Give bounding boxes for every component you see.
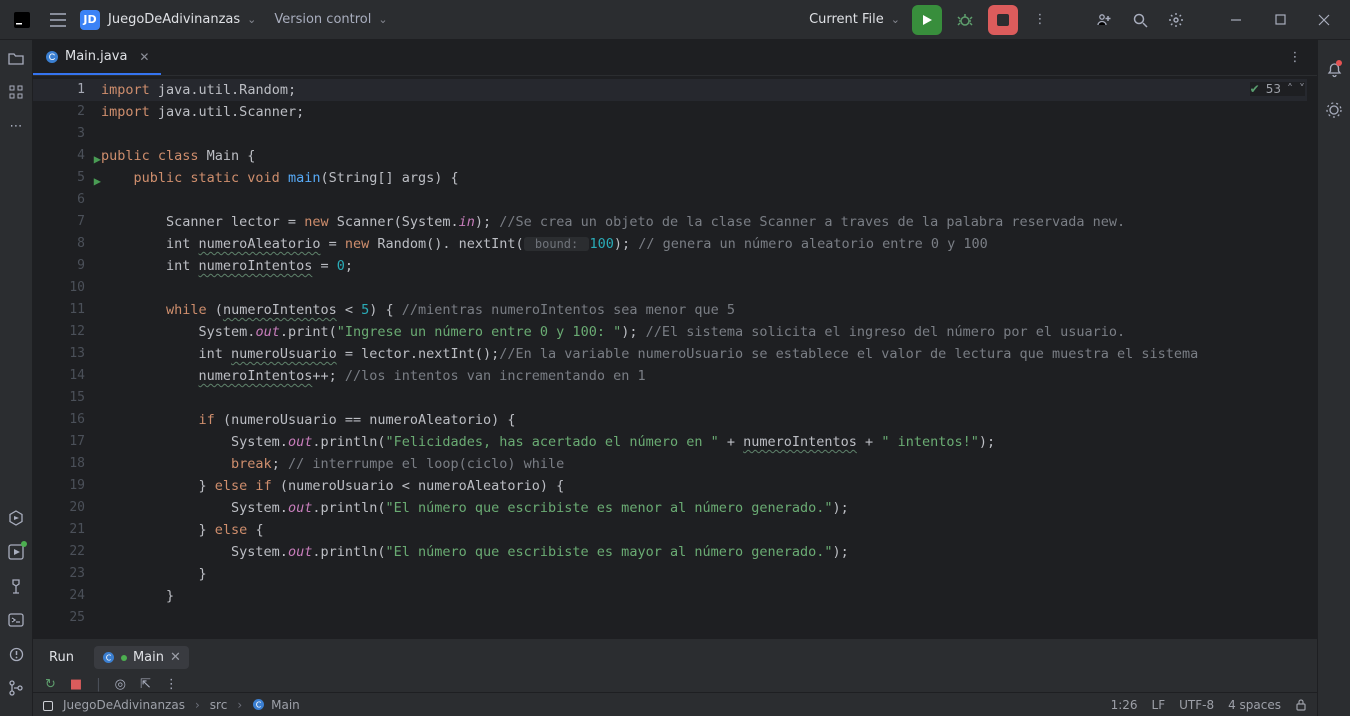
notifications-icon[interactable] xyxy=(1322,58,1346,82)
screenshot-icon[interactable]: ◎ xyxy=(115,677,126,692)
java-class-icon: C xyxy=(102,651,115,664)
run-tool-window-header: Run C Main ✕ xyxy=(33,638,1317,676)
crumb-root[interactable]: JuegoDeAdivinanzas xyxy=(63,698,185,712)
project-name-dropdown[interactable]: JuegoDeAdivinanzas xyxy=(108,12,256,27)
stop-icon[interactable]: ■ xyxy=(70,677,82,692)
right-tool-rail xyxy=(1317,40,1350,716)
ai-assistant-icon[interactable] xyxy=(1322,98,1346,122)
editor-area[interactable]: 1234▶5▶678910111213141516171819202122232… xyxy=(33,76,1317,638)
inspections-check-icon: ✔ xyxy=(1250,82,1260,96)
build-tool-icon[interactable] xyxy=(4,574,28,598)
tab-file-name: Main.java xyxy=(65,49,127,64)
svg-text:C: C xyxy=(49,52,56,62)
rerun-icon[interactable]: ↻ xyxy=(45,677,56,692)
tab-main-java[interactable]: C Main.java ✕ xyxy=(33,40,161,75)
crumb-class[interactable]: Main xyxy=(271,698,300,712)
left-tool-rail: ⋯ xyxy=(0,40,33,716)
vcs-tool-icon[interactable] xyxy=(4,676,28,700)
export-icon[interactable]: ⇱ xyxy=(140,677,151,692)
svg-text:C: C xyxy=(256,701,262,710)
error-stripe[interactable] xyxy=(1307,76,1317,638)
svg-text:C: C xyxy=(106,654,112,663)
status-bar: JuegoDeAdivinanzas src C Main 1:26 LF UT… xyxy=(33,692,1317,716)
tab-list-icon[interactable]: ⋮ xyxy=(1281,44,1309,72)
inspections-widget[interactable]: ✔ 53 ˄ ˅ xyxy=(1250,82,1305,96)
services-tool-icon[interactable] xyxy=(4,506,28,530)
project-tool-icon[interactable] xyxy=(4,46,28,70)
run-button[interactable] xyxy=(912,5,942,35)
version-control-dropdown[interactable]: Version control xyxy=(274,12,387,27)
ide-logo[interactable] xyxy=(8,6,36,34)
stop-button[interactable] xyxy=(988,5,1018,35)
code-with-me-icon[interactable] xyxy=(1090,6,1118,34)
chevron-up-icon[interactable]: ˄ xyxy=(1287,82,1293,96)
main-menu-icon[interactable] xyxy=(44,6,72,34)
file-encoding[interactable]: UTF-8 xyxy=(1179,698,1214,712)
chevron-down-icon[interactable]: ˅ xyxy=(1299,82,1305,96)
code-content[interactable]: import java.util.Random;import java.util… xyxy=(101,76,1317,638)
running-indicator-icon xyxy=(121,655,127,661)
readonly-lock-icon[interactable] xyxy=(1295,698,1307,711)
search-icon[interactable] xyxy=(1126,6,1154,34)
run-tool-window-toolbar: ↻ ■ | ◎ ⇱ ⋮ xyxy=(33,676,1317,692)
more-tools-icon[interactable]: ⋯ xyxy=(4,114,28,138)
problems-tool-icon[interactable] xyxy=(4,642,28,666)
window-maximize-button[interactable] xyxy=(1262,6,1298,34)
caret-position[interactable]: 1:26 xyxy=(1111,698,1138,712)
java-class-icon: C xyxy=(252,698,265,711)
run-tab-main[interactable]: C Main ✕ xyxy=(94,646,189,669)
project-badge: JD xyxy=(80,10,100,30)
title-bar: JD JuegoDeAdivinanzas Version control Cu… xyxy=(0,0,1350,40)
line-separator[interactable]: LF xyxy=(1152,698,1166,712)
debug-button[interactable] xyxy=(950,5,980,35)
indent-setting[interactable]: 4 spaces xyxy=(1228,698,1281,712)
structure-tool-icon[interactable] xyxy=(4,80,28,104)
run-tab-name: Main xyxy=(133,650,164,665)
run-tool-label[interactable]: Run xyxy=(41,646,82,669)
window-minimize-button[interactable] xyxy=(1218,6,1254,34)
java-class-icon: C xyxy=(45,50,59,64)
window-close-button[interactable] xyxy=(1306,6,1342,34)
line-gutter: 1234▶5▶678910111213141516171819202122232… xyxy=(33,76,101,638)
terminal-tool-icon[interactable] xyxy=(4,608,28,632)
run-config-dropdown[interactable]: Current File xyxy=(809,12,900,27)
tab-close-icon[interactable]: ✕ xyxy=(139,50,149,64)
editor-tabs: C Main.java ✕ ⋮ xyxy=(33,40,1317,76)
more-run-actions-icon[interactable]: ⋮ xyxy=(165,677,178,692)
crumb-folder[interactable]: src xyxy=(210,698,228,712)
run-tool-icon[interactable] xyxy=(4,540,28,564)
inspections-count: 53 xyxy=(1266,82,1281,96)
run-tab-close-icon[interactable]: ✕ xyxy=(170,650,181,665)
module-icon xyxy=(43,701,53,711)
more-actions-icon[interactable]: ⋮ xyxy=(1026,6,1054,34)
settings-icon[interactable] xyxy=(1162,6,1190,34)
